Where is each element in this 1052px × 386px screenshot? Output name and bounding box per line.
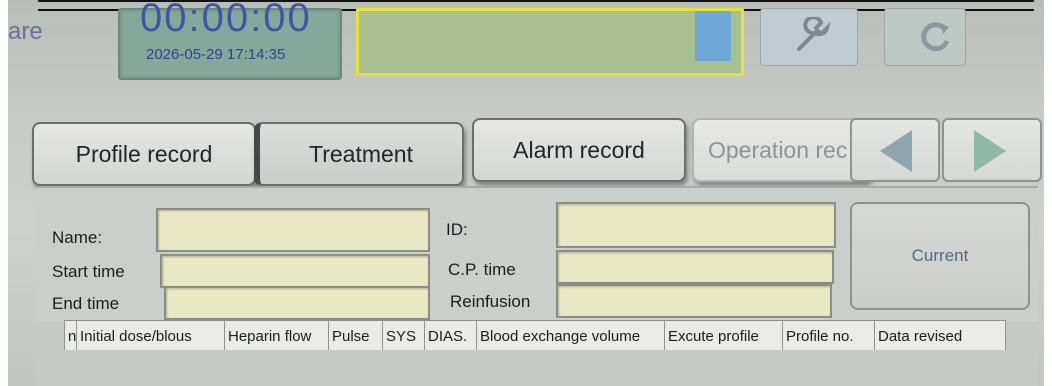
column-header[interactable]: DIAS. — [425, 321, 477, 351]
column-header[interactable]: Excute profile — [665, 321, 783, 351]
column-header[interactable]: Pulse — [329, 321, 383, 351]
column-header[interactable]: Heparin flow — [225, 321, 329, 351]
column-header[interactable]: Profile no. — [783, 321, 875, 351]
end-time-label: End time — [52, 294, 120, 313]
treatment-form: Name: Start time End time ID: C.P. time … — [36, 186, 1038, 322]
name-label: Name: — [52, 228, 103, 247]
end-time-field[interactable] — [164, 286, 430, 320]
column-header[interactable]: Initial dose/blous — [77, 321, 225, 351]
id-field[interactable] — [556, 202, 836, 248]
reinfusion-label: Reinfusion — [450, 292, 531, 311]
arrow-right-icon — [974, 130, 1006, 172]
next-page-button[interactable] — [942, 118, 1042, 182]
column-header[interactable]: SYS — [383, 321, 425, 351]
start-time-field[interactable] — [160, 254, 430, 288]
column-header[interactable]: Blood exchange volume — [477, 321, 665, 351]
cp-time-label: C.P. time — [448, 260, 516, 279]
name-field[interactable] — [156, 208, 430, 252]
tool-button[interactable] — [760, 8, 858, 66]
status-indicator — [695, 11, 731, 61]
cp-time-field[interactable] — [556, 250, 834, 284]
column-header[interactable]: Data revised — [875, 321, 995, 351]
status-panel — [356, 8, 744, 76]
corner-label: are — [8, 18, 43, 45]
tab-treatment[interactable]: Treatment — [254, 122, 464, 186]
clock-panel: 00:00:00 2026-05-29 17:14:35 — [118, 0, 342, 80]
current-button[interactable]: Current — [850, 202, 1030, 310]
tab-profile-record[interactable]: Profile record — [32, 122, 256, 186]
device-screen: are 00:00:00 2026-05-29 17:14:35 Profile… — [8, 0, 1044, 386]
prev-page-button[interactable] — [850, 118, 940, 182]
datetime-display: 2026-05-29 17:14:35 — [146, 46, 286, 63]
start-time-label: Start time — [52, 262, 125, 281]
arrow-left-icon — [880, 130, 912, 172]
reinfusion-field[interactable] — [556, 284, 832, 318]
tab-alarm-record[interactable]: Alarm record — [472, 118, 686, 182]
id-label: ID: — [446, 220, 468, 239]
column-header[interactable]: n — [65, 321, 77, 351]
wrench-icon — [797, 17, 831, 51]
clock-display: 00:00:00 — [140, 0, 312, 40]
refresh-button[interactable] — [884, 8, 966, 66]
tab-operation-record[interactable]: Operation rec — [692, 118, 872, 182]
data-table-header: n Initial dose/blous Heparin flow Pulse … — [64, 320, 1006, 352]
refresh-icon — [921, 22, 950, 52]
table-body — [36, 350, 1038, 386]
